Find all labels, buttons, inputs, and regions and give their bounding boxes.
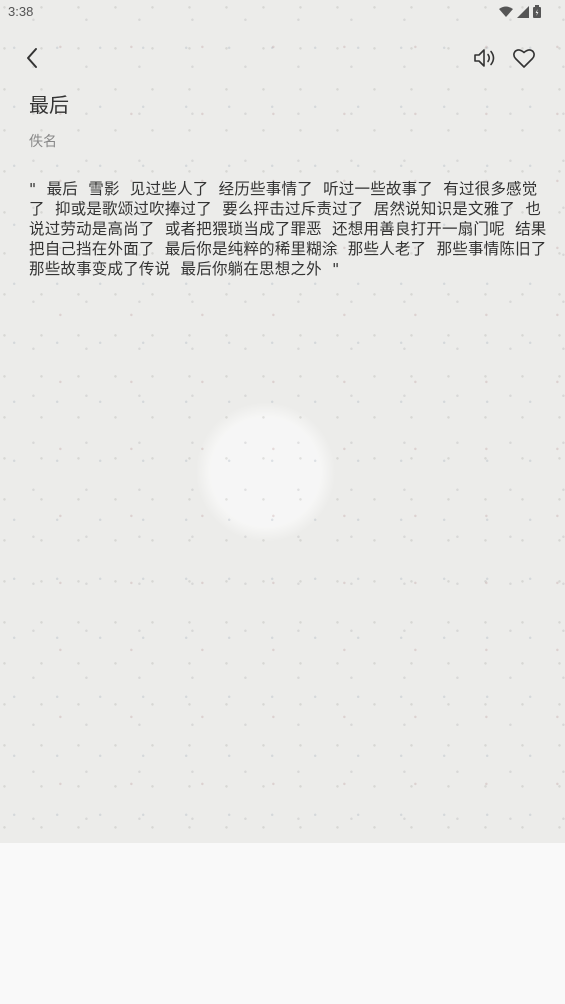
paper-background [0,0,565,843]
status-icons [499,5,541,18]
status-bar: 3:38 [0,0,565,24]
nav-bar [0,40,565,80]
chevron-left-icon [25,47,39,73]
speaker-icon [472,47,498,73]
speaker-button[interactable] [470,46,500,74]
status-time: 3:38 [8,4,34,19]
favorite-button[interactable] [509,46,539,74]
wifi-icon [499,6,513,18]
battery-icon [533,5,541,18]
heart-icon [512,47,536,73]
back-button[interactable] [18,46,46,74]
poem-title: 最后 [29,93,69,117]
signal-icon [517,5,529,18]
poem-body: " 最后 雪影 见过些人了 经历些事情了 听过一些故事了 有过很多感觉了 抑或是… [29,180,547,278]
poem-author: 佚名 [29,134,57,150]
